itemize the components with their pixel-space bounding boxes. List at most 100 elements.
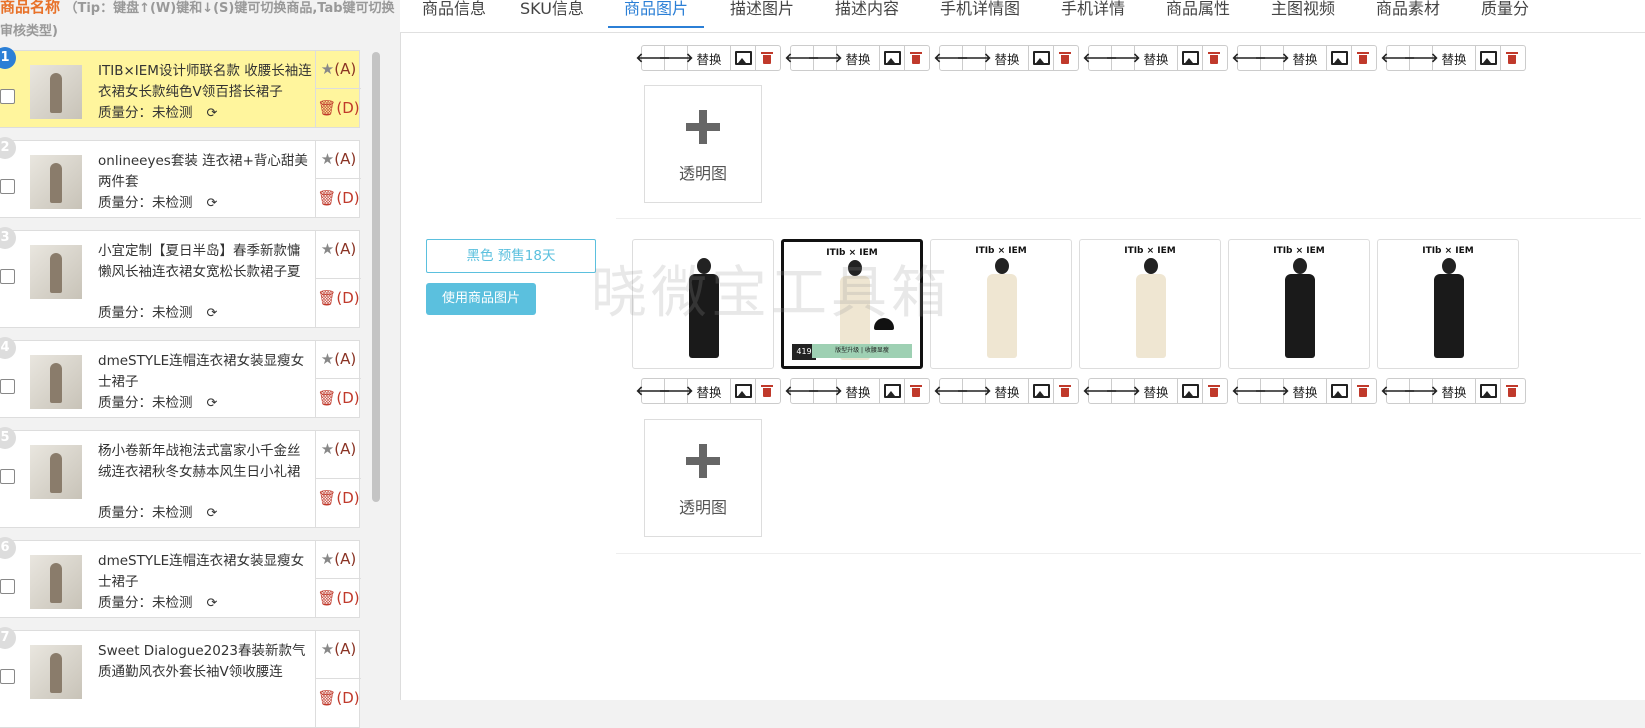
item-checkbox[interactable]	[0, 179, 15, 194]
image-icon[interactable]	[880, 46, 905, 70]
tab-main-video[interactable]: 主图视频	[1271, 0, 1335, 26]
replace-button[interactable]: 替换	[688, 379, 731, 403]
delete-icon[interactable]	[905, 379, 927, 403]
replace-button[interactable]: 替换	[837, 46, 880, 70]
delete-icon[interactable]	[1203, 379, 1225, 403]
move-right-icon[interactable]: 🡒	[808, 379, 842, 403]
list-item[interactable]: 4 dmeSTYLE连帽连衣裙女装显瘦女士裙子 质量分：未检测 ⟳ ★(A) 🗑(…	[0, 337, 361, 418]
approve-button[interactable]: ★(A)	[316, 541, 361, 579]
delete-icon[interactable]	[1501, 46, 1523, 70]
image-icon[interactable]	[1178, 46, 1203, 70]
move-right-icon[interactable]: 🡒	[957, 379, 991, 403]
image-icon[interactable]	[880, 379, 905, 403]
item-checkbox[interactable]	[0, 269, 15, 284]
approve-button[interactable]: ★(A)	[316, 431, 361, 479]
list-item[interactable]: 1 ITIB×IEM设计师联名款 收腰长袖连衣裙女长款纯色V领百搭长裙子 质量分…	[0, 47, 361, 128]
item-checkbox[interactable]	[0, 379, 15, 394]
image-icon[interactable]	[1029, 46, 1054, 70]
add-transparent-image-button[interactable]: 透明图	[644, 419, 762, 537]
move-right-icon[interactable]: 🡒	[1255, 379, 1289, 403]
replace-button[interactable]: 替换	[688, 46, 731, 70]
refresh-icon[interactable]: ⟳	[207, 506, 218, 521]
product-image[interactable]	[632, 239, 774, 369]
image-icon[interactable]	[1178, 379, 1203, 403]
image-icon[interactable]	[731, 379, 756, 403]
list-item[interactable]: 6 dmeSTYLE连帽连衣裙女装显瘦女士裙子 质量分：未检测 ⟳ ★(A) 🗑(…	[0, 537, 361, 618]
sku-variant-label[interactable]: 黑色 预售18天	[426, 239, 596, 273]
image-icon[interactable]	[1476, 379, 1501, 403]
image-icon[interactable]	[1327, 379, 1352, 403]
delete-icon[interactable]	[905, 46, 927, 70]
product-image[interactable]: ITIb × IEM	[1377, 239, 1519, 369]
tab-quality-score[interactable]: 质量分	[1481, 0, 1529, 26]
refresh-icon[interactable]: ⟳	[207, 306, 218, 321]
list-scrollbar[interactable]	[372, 52, 380, 502]
replace-button[interactable]: 替换	[1433, 46, 1476, 70]
item-checkbox[interactable]	[0, 579, 15, 594]
image-icon[interactable]	[1029, 379, 1054, 403]
delete-button[interactable]: 🗑(D)	[316, 279, 361, 327]
replace-button[interactable]: 替换	[986, 46, 1029, 70]
delete-icon[interactable]	[1054, 379, 1076, 403]
delete-button[interactable]: 🗑(D)	[316, 579, 361, 617]
approve-button[interactable]: ★(A)	[316, 341, 361, 379]
delete-icon[interactable]	[1501, 379, 1523, 403]
delete-button[interactable]: 🗑(D)	[316, 379, 361, 417]
list-item[interactable]: 5 杨小卷新年战袍法式富家小千金丝绒连衣裙秋冬女赫本风生日小礼裙 质量分：未检测…	[0, 427, 361, 528]
product-image[interactable]: ITIb × IEM	[1228, 239, 1370, 369]
tab-sku-info[interactable]: SKU信息	[520, 0, 584, 26]
move-right-icon[interactable]: 🡒	[1106, 379, 1140, 403]
tab-product-images[interactable]: 商品图片	[608, 0, 705, 28]
product-image[interactable]: ITIb × IEM	[1079, 239, 1221, 369]
refresh-icon[interactable]: ⟳	[207, 596, 218, 611]
list-item[interactable]: 2 onlineeyes套装 连衣裙+背心甜美两件套 质量分：未检测 ⟳ ★(A)…	[0, 137, 361, 218]
tab-description-content[interactable]: 描述内容	[835, 0, 899, 26]
delete-button[interactable]: 🗑(D)	[316, 89, 361, 127]
approve-button[interactable]: ★(A)	[316, 231, 361, 279]
delete-icon[interactable]	[756, 379, 778, 403]
replace-button[interactable]: 替换	[1433, 379, 1476, 403]
tab-product-info[interactable]: 商品信息	[422, 0, 486, 26]
tab-mobile-detail-images[interactable]: 手机详情图	[940, 0, 1020, 26]
item-checkbox[interactable]	[0, 469, 15, 484]
replace-button[interactable]: 替换	[986, 379, 1029, 403]
tab-product-materials[interactable]: 商品素材	[1376, 0, 1440, 26]
delete-button[interactable]: 🗑(D)	[316, 179, 361, 217]
move-right-icon[interactable]: 🡒	[957, 46, 991, 70]
use-product-images-button[interactable]: 使用商品图片	[426, 283, 536, 315]
add-transparent-image-button[interactable]: 透明图	[644, 85, 762, 203]
delete-icon[interactable]	[756, 46, 778, 70]
tab-mobile-detail[interactable]: 手机详情	[1061, 0, 1125, 26]
replace-button[interactable]: 替换	[1284, 46, 1327, 70]
tab-product-attributes[interactable]: 商品属性	[1166, 0, 1230, 26]
delete-button[interactable]: 🗑(D)	[316, 479, 361, 527]
delete-icon[interactable]	[1054, 46, 1076, 70]
move-right-icon[interactable]: 🡒	[1255, 46, 1289, 70]
image-icon[interactable]	[1476, 46, 1501, 70]
delete-icon[interactable]	[1352, 46, 1374, 70]
replace-button[interactable]: 替换	[1284, 379, 1327, 403]
refresh-icon[interactable]: ⟳	[207, 396, 218, 411]
approve-button[interactable]: ★(A)	[316, 51, 361, 89]
move-right-icon[interactable]: 🡒	[659, 46, 693, 70]
list-item[interactable]: 7 Sweet Dialogue2023春装新款气质通勤风衣外套长袖V领收腰连 …	[0, 627, 361, 728]
replace-button[interactable]: 替换	[1135, 379, 1178, 403]
delete-icon[interactable]	[1352, 379, 1374, 403]
item-checkbox[interactable]	[0, 669, 15, 684]
move-right-icon[interactable]: 🡒	[659, 379, 693, 403]
approve-button[interactable]: ★(A)	[316, 141, 361, 179]
replace-button[interactable]: 替换	[837, 379, 880, 403]
tab-description-images[interactable]: 描述图片	[730, 0, 794, 26]
move-right-icon[interactable]: 🡒	[808, 46, 842, 70]
image-icon[interactable]	[1327, 46, 1352, 70]
list-item[interactable]: 3 小宜定制【夏日半岛】春季新款慵懒风长袖连衣裙女宽松长款裙子夏 质量分：未检测…	[0, 227, 361, 328]
product-image[interactable]: ITIb × IEM 419 版型升级 | 收腰显瘦	[781, 239, 923, 369]
delete-button[interactable]: 🗑(D)	[316, 679, 361, 727]
replace-button[interactable]: 替换	[1135, 46, 1178, 70]
product-image[interactable]: ITIb × IEM	[930, 239, 1072, 369]
delete-icon[interactable]	[1203, 46, 1225, 70]
refresh-icon[interactable]: ⟳	[207, 196, 218, 211]
approve-button[interactable]: ★(A)	[316, 631, 361, 679]
image-icon[interactable]	[731, 46, 756, 70]
item-checkbox[interactable]	[0, 89, 15, 104]
